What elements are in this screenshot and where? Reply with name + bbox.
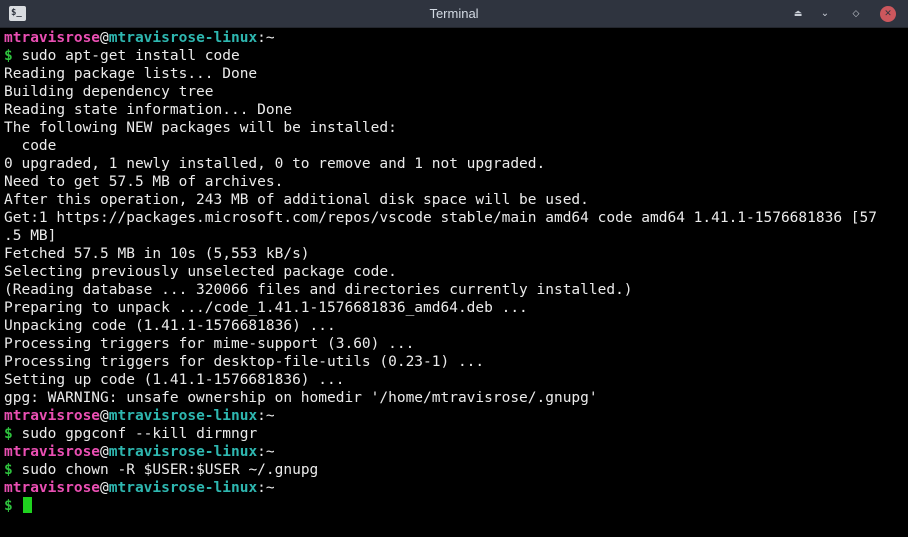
output-line: Reading package lists... Done [4, 66, 258, 82]
prompt-line: mtravisrose@mtravisrose-linux:~ [4, 443, 908, 461]
prompt-at: @ [100, 408, 109, 424]
command-line: $ sudo gpgconf --kill dirmngr [4, 425, 908, 443]
maximize-icon[interactable]: ◇ [848, 6, 864, 22]
output-line: .5 MB] [4, 228, 57, 244]
prompt-path: :~ [257, 30, 275, 46]
output-line: Building dependency tree [4, 84, 214, 100]
prompt-path: :~ [257, 444, 275, 460]
prompt-user: mtravisrose [4, 444, 101, 460]
output-line: Preparing to unpack .../code_1.41.1-1576… [4, 300, 528, 316]
text-cursor [23, 497, 33, 513]
output-line: Processing triggers for desktop-file-uti… [4, 354, 485, 370]
prompt-symbol: $ [4, 498, 13, 514]
prompt-user: mtravisrose [4, 408, 101, 424]
output-line: Unpacking code (1.41.1-1576681836) ... [4, 318, 336, 334]
window-title: Terminal [429, 6, 479, 21]
output-line: Get:1 https://packages.microsoft.com/rep… [4, 210, 877, 226]
prompt-host: mtravisrose-linux [108, 30, 258, 46]
command-text: sudo chown -R $USER:$USER ~/.gnupg [21, 462, 319, 478]
prompt-host: mtravisrose-linux [108, 480, 258, 496]
command-line[interactable]: $ [4, 497, 908, 515]
output-line: Selecting previously unselected package … [4, 264, 397, 280]
command-text: sudo gpgconf --kill dirmngr [21, 426, 258, 442]
output-line: (Reading database ... 320066 files and d… [4, 282, 633, 298]
output-line: Processing triggers for mime-support (3.… [4, 336, 415, 352]
close-icon[interactable]: ✕ [880, 6, 896, 22]
prompt-host: mtravisrose-linux [108, 408, 258, 424]
prompt-path: :~ [257, 480, 275, 496]
output-line: The following NEW packages will be insta… [4, 120, 397, 136]
command-line: $ sudo apt-get install code [4, 47, 908, 65]
prompt-symbol: $ [4, 48, 13, 64]
prompt-symbol: $ [4, 462, 13, 478]
minimize-icon[interactable]: ⌄ [817, 6, 833, 22]
output-line: After this operation, 243 MB of addition… [4, 192, 589, 208]
keep-above-icon[interactable]: ⏏ [790, 6, 806, 22]
title-bar[interactable]: $_ Terminal ⏏ ⌄ ◇ ✕ [0, 0, 908, 28]
output-line: 0 upgraded, 1 newly installed, 0 to remo… [4, 156, 546, 172]
output-line: Need to get 57.5 MB of archives. [4, 174, 284, 190]
prompt-path: :~ [257, 408, 275, 424]
command-line: $ sudo chown -R $USER:$USER ~/.gnupg [4, 461, 908, 479]
terminal-window: $_ Terminal ⏏ ⌄ ◇ ✕ mtravisrose@mtravisr… [0, 0, 908, 537]
command-text: sudo apt-get install code [21, 48, 240, 64]
output-line: code [4, 138, 57, 154]
terminal-output[interactable]: mtravisrose@mtravisrose-linux:~ $ sudo a… [0, 28, 908, 537]
prompt-symbol: $ [4, 426, 13, 442]
prompt-at: @ [100, 30, 109, 46]
output-line: gpg: WARNING: unsafe ownership on homedi… [4, 390, 598, 406]
prompt-line: mtravisrose@mtravisrose-linux:~ [4, 479, 908, 497]
prompt-at: @ [100, 480, 109, 496]
prompt-at: @ [100, 444, 109, 460]
output-line: Fetched 57.5 MB in 10s (5,553 kB/s) [4, 246, 310, 262]
prompt-line: mtravisrose@mtravisrose-linux:~ [4, 407, 908, 425]
prompt-user: mtravisrose [4, 480, 101, 496]
prompt-user: mtravisrose [4, 30, 101, 46]
prompt-line: mtravisrose@mtravisrose-linux:~ [4, 29, 908, 47]
output-line: Reading state information... Done [4, 102, 293, 118]
prompt-host: mtravisrose-linux [108, 444, 258, 460]
output-line: Setting up code (1.41.1-1576681836) ... [4, 372, 345, 388]
